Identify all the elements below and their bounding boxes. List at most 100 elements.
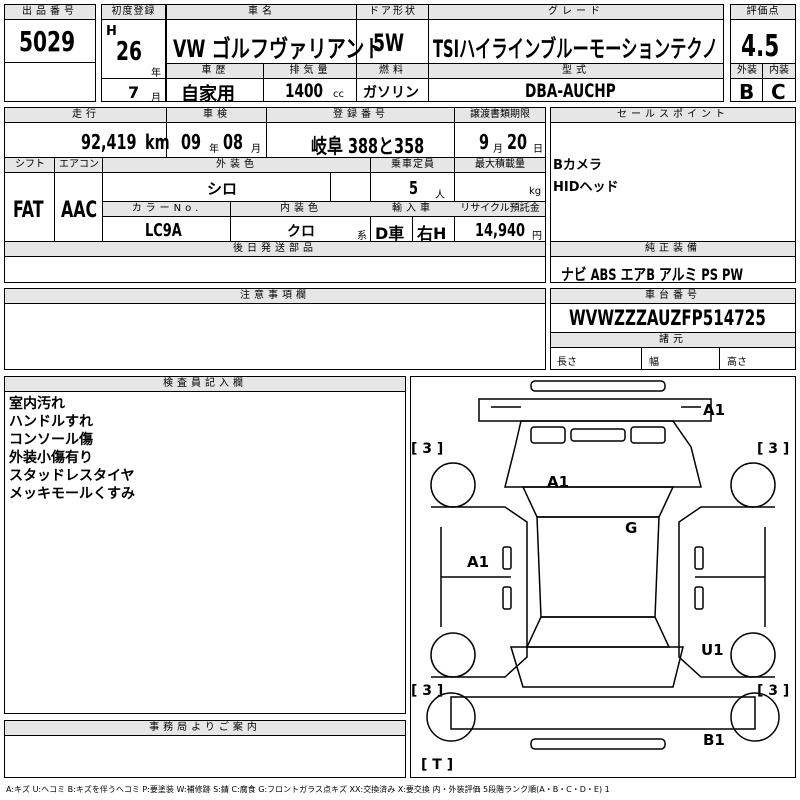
mark-front-bumper: A1	[703, 401, 726, 419]
displacement-label: 排気量	[264, 64, 357, 79]
front-left-wheel	[430, 462, 476, 508]
year-unit: 年	[151, 68, 161, 79]
import-label: 輸入車	[371, 202, 455, 217]
tire-rear-left: [ 3 ]	[411, 683, 444, 699]
ext-color: シロ	[207, 180, 238, 198]
interior-grade: C	[771, 80, 786, 104]
height-label: 高さ	[727, 357, 747, 368]
mileage: 92,419	[81, 130, 137, 154]
tire-front-left: [ 3 ]	[411, 441, 444, 457]
front-bumper-outline	[530, 380, 666, 392]
color-no: LC9A	[145, 220, 182, 241]
tire-rear-right: [ 3 ]	[757, 683, 790, 699]
shift: FAT	[13, 198, 44, 223]
door-type: 5W	[373, 29, 405, 57]
displacement-unit: cc	[333, 89, 344, 100]
history: 自家用	[181, 84, 235, 105]
mark-rear-bumper: B1	[703, 731, 725, 749]
chassis-label: 車台番号	[551, 289, 795, 304]
recycle-unit: 円	[532, 231, 542, 242]
ext-color-label: 外装色	[103, 158, 371, 173]
inspector-note-0: 室内汚れ	[9, 396, 65, 412]
tire-front-right: [ 3 ]	[757, 441, 790, 457]
mileage-unit: km	[145, 130, 170, 154]
legend: A:キズ U:ヘコミ B:キズを伴うヘコミ P:要塗装 W:補修跡 S:錆 C:…	[6, 785, 610, 794]
dims-label: 諸元	[551, 333, 795, 348]
inspector-label: 検査員記入欄	[5, 377, 405, 392]
first-registration-box: 初度登録 H 26 年 7 月	[101, 4, 166, 104]
inspection-year: 09	[181, 130, 202, 154]
car-name-label: 車名	[167, 5, 357, 20]
length-label: 長さ	[557, 357, 577, 368]
ac-label: エアコン	[55, 158, 103, 173]
sales-point-1: HIDヘッド	[553, 180, 619, 195]
door-label: ドア形状	[357, 5, 429, 20]
equipment: ナビ ABS エアB アルミ PS PW	[561, 265, 744, 284]
rear-right-wheel	[730, 632, 776, 678]
model-label: 型式	[429, 64, 723, 79]
capacity-label: 乗車定員	[371, 158, 455, 173]
plate-label: 登録番号	[267, 108, 455, 123]
car-name: VW ゴルフヴァリアント	[173, 35, 384, 63]
int-color-unit: 系	[357, 231, 367, 242]
interior-label: 内装	[763, 64, 795, 79]
inspection-month-unit: 月	[251, 144, 261, 155]
max-load-label: 最大積載量	[455, 158, 545, 173]
lot-number: 5029	[19, 25, 76, 58]
displacement: 1400	[285, 80, 324, 102]
roof-outline	[536, 516, 660, 618]
windshield-outline	[521, 486, 675, 518]
model: DBA-AUCHP	[525, 80, 616, 102]
damage-diagram: [ 3 ] [ 3 ] [ 3 ] [ 3 ] [ T ] A1 A1 G A1…	[410, 376, 796, 778]
grade-label: グレード	[429, 5, 723, 20]
equip-label: 純正装備	[551, 242, 795, 257]
inspection-month: 08	[223, 130, 244, 154]
history-label: 車歴	[167, 64, 264, 79]
exterior-grade: B	[739, 80, 755, 104]
recycle: 14,940	[475, 220, 525, 241]
mark-hood: A1	[547, 473, 570, 491]
office-label: 事務局よりご案内	[5, 721, 405, 736]
reg-month: 7	[128, 83, 140, 102]
chassis-box: 車台番号 WVWZZZAUZFP514725 諸元 長さ 幅 高さ	[550, 288, 796, 370]
inspector-box: 検査員記入欄 室内汚れ ハンドルすれ コンソール傷 外装小傷有り スタッドレスタ…	[4, 376, 406, 714]
rear-left-wheel	[430, 632, 476, 678]
trunk-outline	[509, 646, 684, 688]
shift-label: シフト	[5, 158, 55, 173]
reg-year: 26	[116, 37, 143, 67]
plate: 岐阜 388と358	[311, 134, 425, 158]
rear-window-outline	[525, 616, 671, 648]
mark-roof: G	[625, 519, 638, 537]
later-parts-label: 後日発送部品	[5, 242, 545, 257]
capacity: 5	[409, 178, 419, 199]
max-load-unit: kg	[529, 186, 542, 197]
int-color: クロ	[287, 224, 315, 240]
sales-box: セールスポイント Bカメラ HIDヘッド 純正装備 ナビ ABS エアB アルミ…	[550, 107, 796, 284]
front-panel-outline	[478, 398, 712, 422]
transfer-day-unit: 日	[533, 144, 543, 155]
car-outline	[426, 380, 780, 750]
width-label: 幅	[649, 357, 659, 368]
capacity-unit: 人	[435, 190, 445, 201]
inspector-note-5: メッキモールくすみ	[9, 486, 135, 502]
mark-left-door: A1	[467, 553, 490, 571]
transfer-label: 譲渡書類期限	[455, 108, 545, 123]
exterior-label: 外装	[731, 64, 763, 79]
inspector-note-1: ハンドルすれ	[9, 414, 93, 430]
first-reg-label: 初度登録	[102, 5, 165, 20]
inspection-label: 車検	[167, 108, 267, 123]
front-right-wheel	[730, 462, 776, 508]
main-header-box: 車名 ドア形状 グレード VW ゴルフヴァリアント 5W TSIハイラインブルー…	[166, 4, 724, 105]
caution-label: 注意事項欄	[5, 289, 545, 304]
inspector-note-2: コンソール傷	[9, 432, 93, 448]
ac: AAC	[61, 198, 98, 223]
transfer-month: 9	[479, 130, 490, 154]
recycle-label: リサイクル預託金	[455, 202, 545, 217]
score-label: 評価点	[731, 5, 795, 20]
score: 4.5	[741, 29, 780, 64]
score-box: 評価点 4.5 外装 内装 B C	[730, 4, 796, 104]
color-no-label: カラーNo.	[103, 202, 231, 217]
fuel-label: 燃料	[357, 64, 429, 79]
fuel: ガソリン	[363, 85, 419, 101]
lot-box: 出品番号 5029	[4, 4, 96, 102]
